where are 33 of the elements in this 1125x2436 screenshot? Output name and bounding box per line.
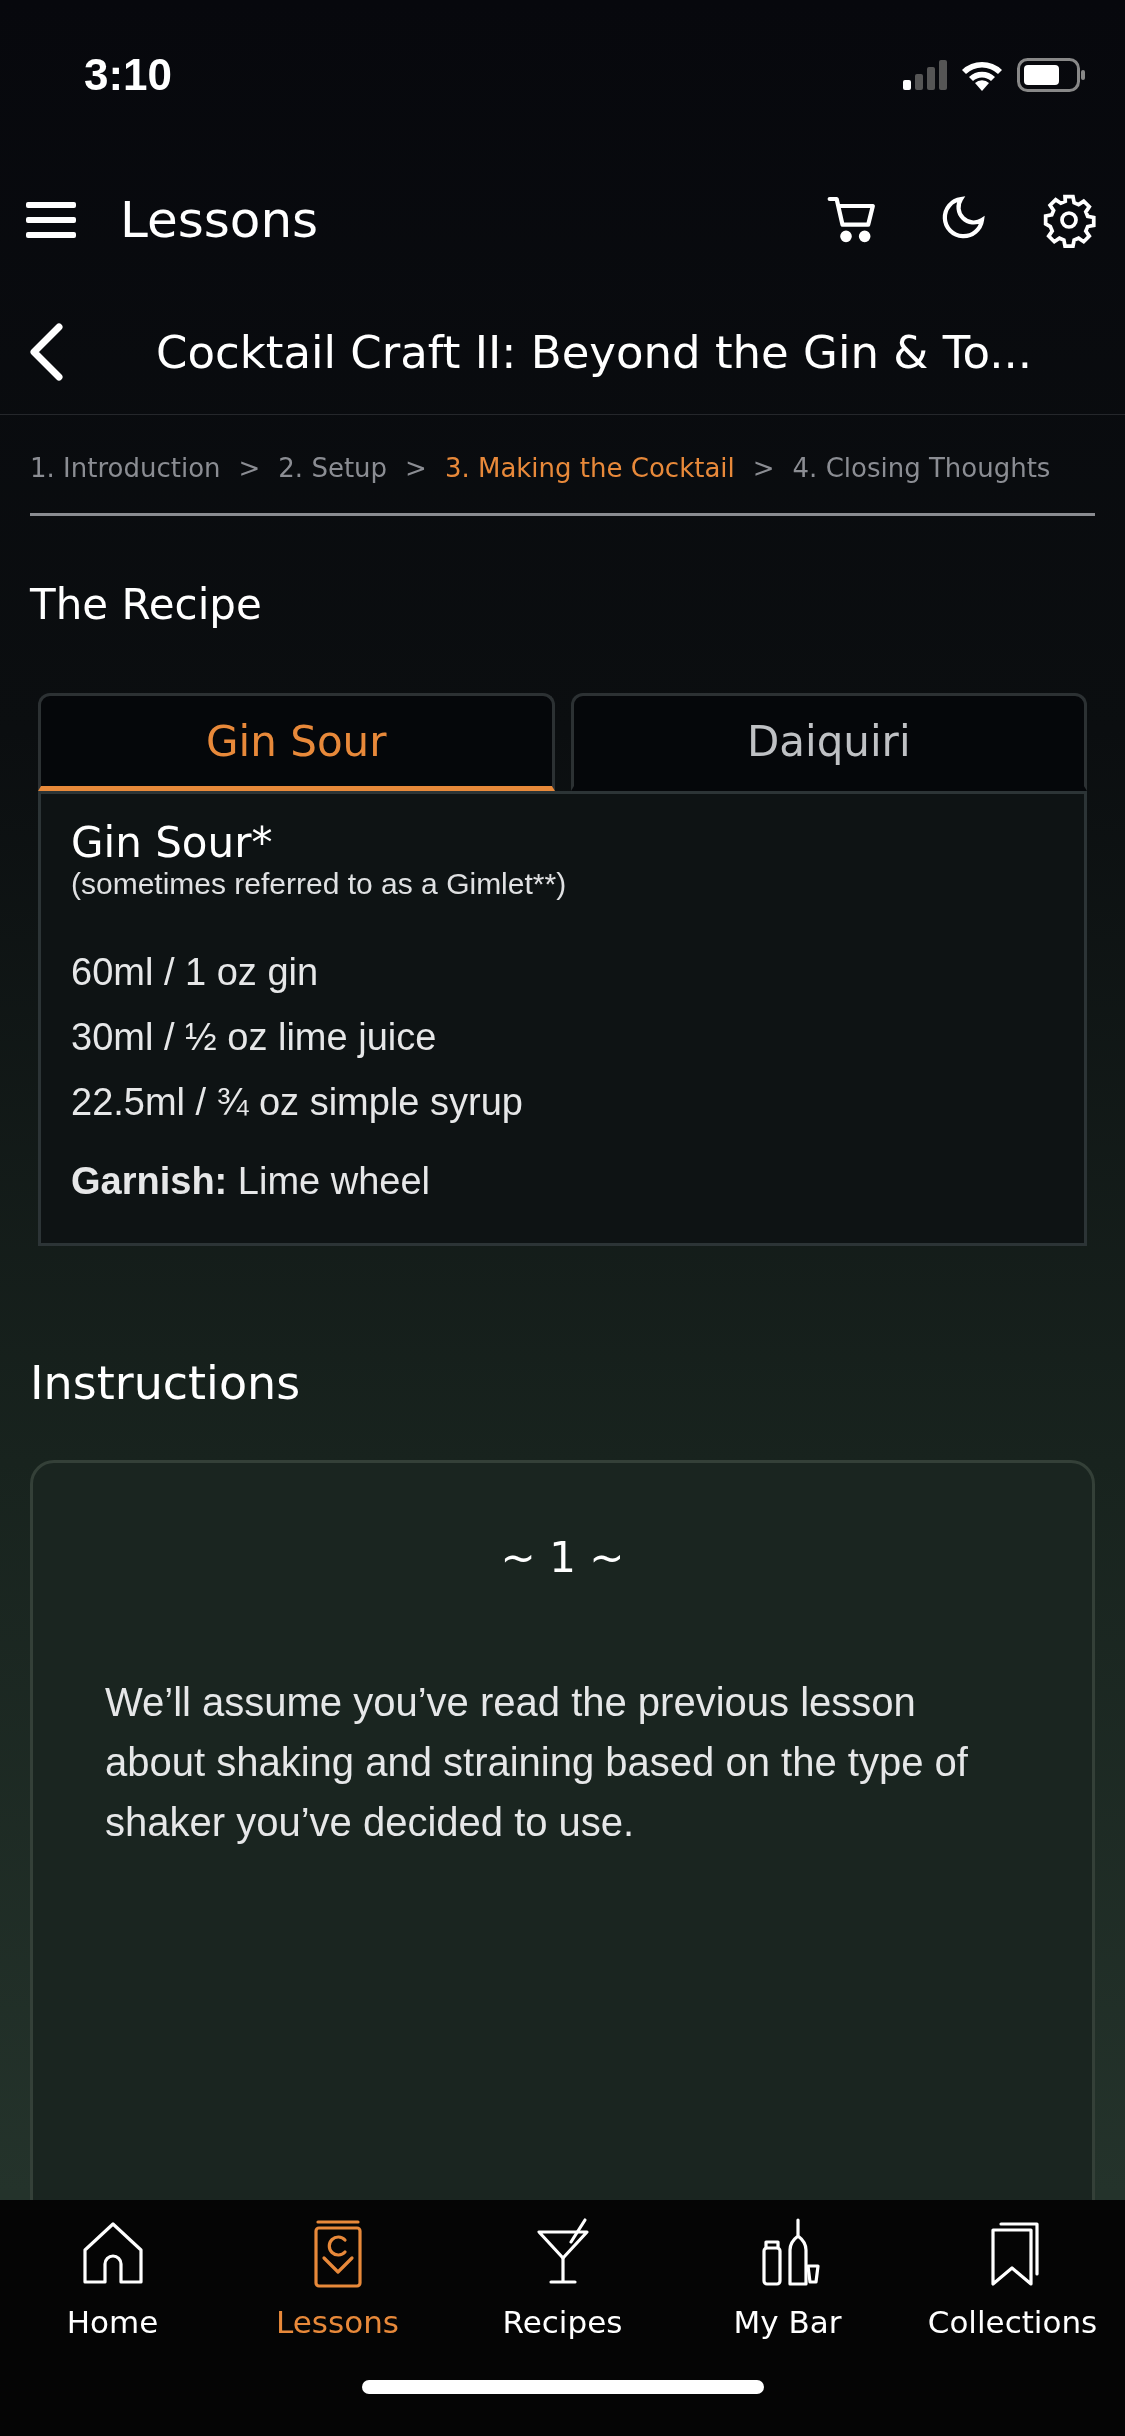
breadcrumb-separator: > xyxy=(752,453,775,483)
breadcrumb-step[interactable]: 3. Making the Cocktail xyxy=(444,453,735,483)
settings-icon[interactable] xyxy=(1041,192,1097,248)
wifi-icon xyxy=(961,59,1003,91)
section-heading: The Recipe xyxy=(30,580,263,629)
garnish-text: Garnish: Lime wheel xyxy=(71,1160,431,1203)
page-title: Lessons xyxy=(120,191,319,249)
breadcrumb-separator: > xyxy=(405,453,427,483)
section-heading: Instructions xyxy=(30,1356,302,1410)
nav-tab[interactable]: Recipes xyxy=(450,2214,675,2340)
menu-icon[interactable] xyxy=(26,202,76,238)
recipe-tab[interactable]: Daiquiri xyxy=(570,693,1087,791)
recipe-subtitle: (sometimes referred to as a Gimlet**) xyxy=(71,867,568,901)
nav-tab[interactable]: Home xyxy=(0,2214,225,2340)
lesson-title: Cocktail Craft II: Beyond the Gin & To... xyxy=(156,325,1033,379)
status-time: 3:10 xyxy=(84,50,173,100)
ingredient: 30ml / ½ oz lime juice xyxy=(71,1016,438,1059)
signal-icon xyxy=(903,60,947,90)
ingredient: 60ml / 1 oz gin xyxy=(71,951,320,994)
battery-icon xyxy=(1017,58,1085,92)
breadcrumb-step[interactable]: 1. Introduction xyxy=(30,453,221,483)
nav-tab[interactable]: Collections xyxy=(900,2214,1125,2340)
breadcrumb-step[interactable]: 4. Closing Thoughts xyxy=(792,453,1051,483)
back-icon[interactable] xyxy=(28,323,64,381)
breadcrumb-separator: > xyxy=(238,453,261,483)
breadcrumb-step[interactable]: 2. Setup xyxy=(278,453,388,483)
recipe-name: Gin Sour* xyxy=(71,818,274,867)
ingredient: 22.5ml / ¾ oz simple syrup xyxy=(71,1081,524,1124)
nav-tab[interactable]: My Bar xyxy=(675,2214,900,2340)
step-number: ~ 1 ~ xyxy=(499,1533,626,1582)
recipe-tab[interactable]: Gin Sour xyxy=(38,693,555,791)
instruction-text: We’ll assume you’ve read the previous lesson about shaking and straining based on the type of shaker you’ve decided to use. xyxy=(105,1679,969,1846)
nav-tab[interactable]: Lessons xyxy=(225,2214,450,2340)
